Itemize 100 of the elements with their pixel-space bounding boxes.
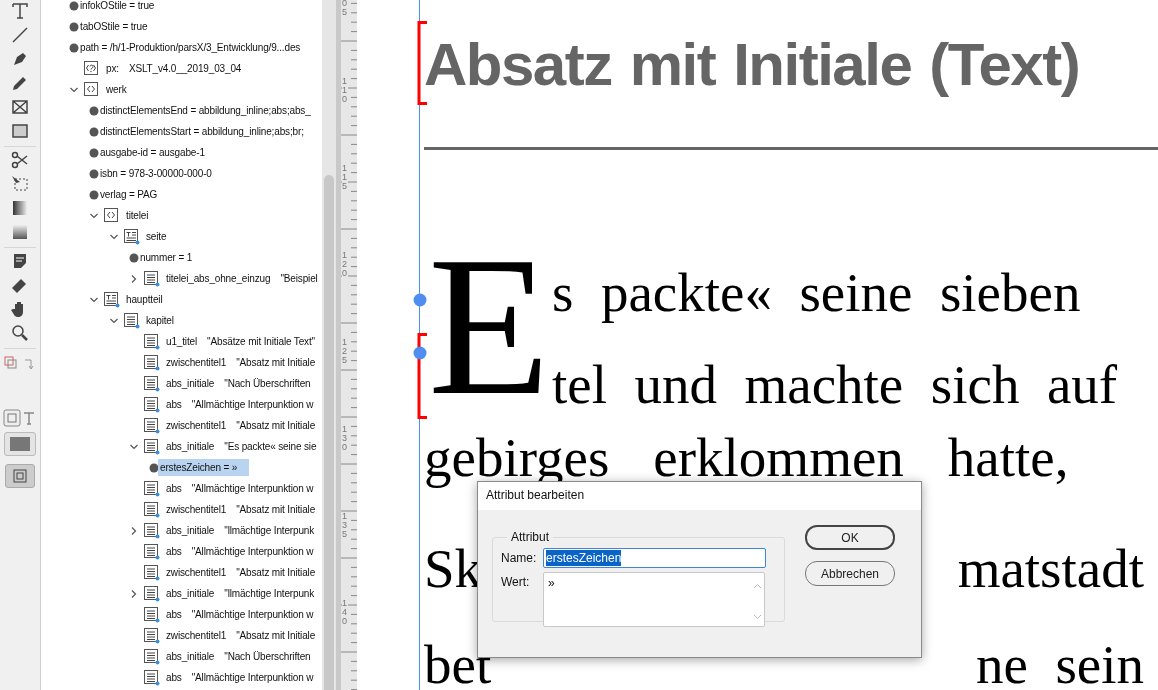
node-value: "Allmächtige Interpunktion w	[191, 672, 314, 683]
heading-text: Absatz mit Initiale (Text)	[424, 30, 1080, 99]
cancel-button[interactable]: Abbrechen	[805, 561, 895, 586]
chevron-icon[interactable]	[129, 273, 139, 284]
node-value: "Allmächtige Interpunktion w	[191, 546, 314, 557]
attribute-item[interactable]: tabOStile = true	[78, 18, 150, 35]
node-value: XSLT_v4.0__2019_03_04	[128, 63, 242, 74]
attribute-item[interactable]: ausgabe-id = ausgabe-1	[98, 144, 207, 161]
node-name[interactable]: abs	[164, 396, 184, 413]
node-value: "llmächtige Interpunk	[224, 525, 315, 536]
attribute-item[interactable]: distinctElementsStart = abbildung_inline;abs;br;	[98, 123, 306, 140]
node-value: "llmächtige Interpunk	[224, 588, 315, 599]
group-legend: Attribut	[507, 530, 553, 544]
node-name[interactable]: abs	[164, 543, 184, 560]
node-name[interactable]: u1_titel	[164, 333, 200, 350]
node-name[interactable]: abs_initiale	[164, 648, 217, 665]
chevron-icon[interactable]	[129, 588, 139, 599]
node-value: "Nach Überschriften	[224, 378, 311, 389]
rectangle-tool-icon[interactable]	[10, 121, 30, 141]
attribute-item[interactable]: path = /h/1-Produktion/parsX/3_Entwicklung/9...des	[78, 39, 303, 56]
node-name[interactable]: abs_initiale	[164, 585, 217, 602]
paragraph-node-icon	[144, 522, 160, 539]
node-name[interactable]: zwischentitel1	[164, 627, 229, 644]
ruler-label: 115	[342, 164, 348, 191]
node-value: "Nach Überschriften	[224, 651, 311, 662]
attribute-bullet-icon	[89, 147, 99, 158]
node-name[interactable]: abs	[164, 480, 184, 497]
node-name[interactable]: kapitel	[144, 312, 176, 329]
attribute-item[interactable]: nummer = 1	[138, 249, 195, 266]
anchor-handle[interactable]	[413, 293, 427, 307]
drop-cap: E	[428, 226, 551, 426]
node-name[interactable]: hauptteil	[124, 291, 165, 308]
attribute-bullet-icon	[89, 189, 99, 200]
instruction-node-icon	[84, 60, 100, 77]
paragraph-node-icon	[144, 438, 160, 455]
body-text-line: matstadt	[957, 541, 1144, 596]
body-text-line: Sk	[424, 541, 483, 596]
node-value: "Allmächtige Interpunktion w	[191, 609, 314, 620]
node-value: "Absatz mit Initiale	[236, 504, 316, 515]
ok-button[interactable]: OK	[805, 525, 895, 550]
node-name[interactable]: px:	[104, 60, 121, 77]
section-node-icon	[124, 228, 140, 245]
paragraph-node-icon	[144, 585, 160, 602]
node-value: "Absatz mit Initiale	[236, 630, 316, 641]
scissors-icon[interactable]	[10, 150, 30, 170]
section-node-icon	[104, 291, 120, 308]
paragraph-node-icon	[144, 501, 160, 518]
node-name[interactable]: zwischentitel1	[164, 564, 229, 581]
attribute-bullet-icon	[69, 21, 79, 32]
node-name[interactable]: zwischentitel1	[164, 354, 229, 371]
ruler-label: 130	[342, 425, 348, 452]
name-field[interactable]: erstesZeichen	[543, 548, 766, 568]
body-text-line: tel und machte sich auf	[552, 357, 1118, 412]
paragraph-node-icon	[144, 648, 160, 665]
node-name[interactable]: abs_initiale	[164, 375, 217, 392]
attribute-item[interactable]: distinctElementsEnd = abbildung_inline;abs;abs_	[98, 102, 313, 119]
field-label: Wert:	[501, 575, 531, 589]
node-name[interactable]: abs	[164, 669, 184, 686]
node-name[interactable]: titelei_abs_ohne_einzug	[164, 270, 273, 287]
element-node-icon	[84, 81, 100, 98]
ruler-label: 125	[342, 338, 348, 365]
node-name[interactable]: abs_initiale	[164, 438, 217, 455]
scrollbar-thumb[interactable]	[324, 175, 334, 690]
type-tool-icon[interactable]	[10, 1, 30, 21]
body-text-line: ne sein	[975, 637, 1144, 690]
attribute-item[interactable]: verlag = PAG	[98, 186, 160, 203]
paragraph-node-icon	[144, 627, 160, 644]
attribute-item[interactable]: erstesZeichen = »	[158, 459, 250, 476]
gradient-tool-icon[interactable]	[10, 198, 30, 218]
node-name[interactable]: titelei	[124, 207, 151, 224]
node-value: "Beispiel	[280, 273, 318, 284]
attribute-item[interactable]: infokOStile = true	[78, 0, 157, 14]
fill-swatch[interactable]	[4, 432, 36, 456]
zoom-icon[interactable]	[10, 323, 30, 343]
ruler-label: 110	[342, 77, 348, 104]
node-name[interactable]: werk	[104, 81, 129, 98]
element-node-icon	[104, 207, 120, 224]
frame-tool-icon[interactable]	[10, 97, 30, 117]
body-text-line: bet	[424, 637, 492, 690]
transform-tool-icon[interactable]	[10, 174, 30, 194]
node-name[interactable]: zwischentitel1	[164, 501, 229, 518]
node-name[interactable]: abs_initiale	[164, 522, 217, 539]
attribute-bullet-icon	[89, 126, 99, 137]
attribute-bullet-icon	[89, 168, 99, 179]
attribute-bullet-icon	[129, 252, 139, 263]
node-value: "Absatz mit Initiale	[236, 420, 316, 431]
node-name[interactable]: seite	[144, 228, 169, 245]
node-name[interactable]: abs	[164, 606, 184, 623]
paragraph-node-icon	[124, 312, 140, 329]
line-tool-icon[interactable]	[10, 25, 30, 45]
anchor-handle[interactable]	[413, 346, 427, 360]
node-name[interactable]: zwischentitel1	[164, 417, 229, 434]
attribute-bullet-icon	[89, 105, 99, 116]
chevron-icon[interactable]	[129, 525, 139, 536]
paragraph-node-icon	[144, 564, 160, 581]
paragraph-node-icon	[144, 606, 160, 623]
attribute-item[interactable]: isbn = 978-3-00000-000-0	[98, 165, 214, 182]
frame-text-toggle-icon[interactable]	[3, 409, 37, 427]
node-value: "Allmächtige Interpunktion w	[191, 399, 314, 410]
node-value: "Allmächtige Interpunktion w	[191, 483, 314, 494]
